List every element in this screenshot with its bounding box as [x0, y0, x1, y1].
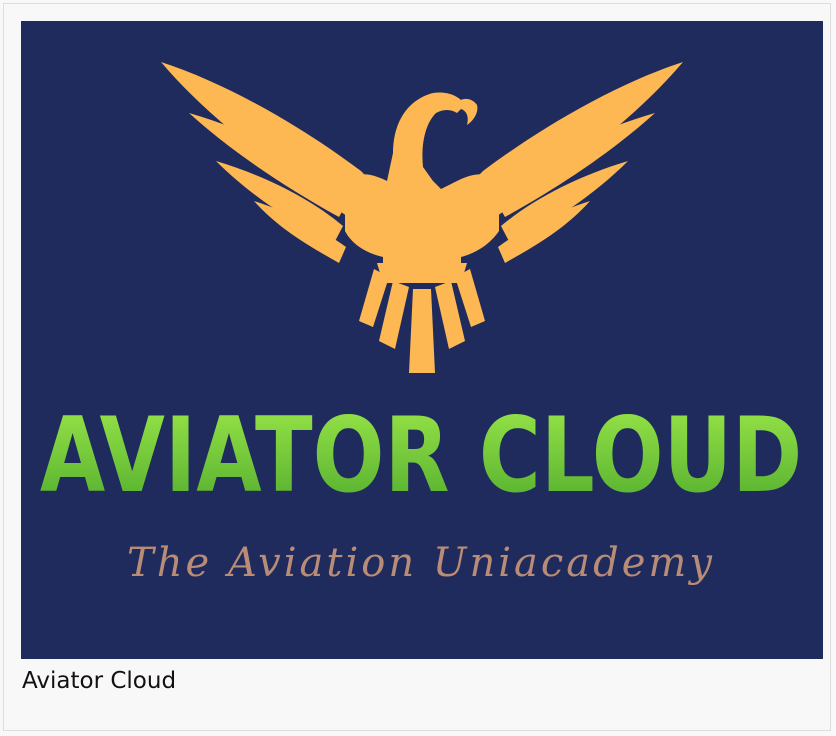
- image-caption: Aviator Cloud: [22, 668, 177, 694]
- image-card: AVIATOR CLOUD The Aviation Uniacademy Av…: [3, 3, 831, 731]
- logo-tagline: The Aviation Uniacademy: [127, 540, 715, 586]
- logo-name: AVIATOR CLOUD: [40, 396, 802, 517]
- logo-image[interactable]: AVIATOR CLOUD The Aviation Uniacademy: [21, 21, 823, 659]
- logo-svg: AVIATOR CLOUD The Aviation Uniacademy: [21, 21, 823, 659]
